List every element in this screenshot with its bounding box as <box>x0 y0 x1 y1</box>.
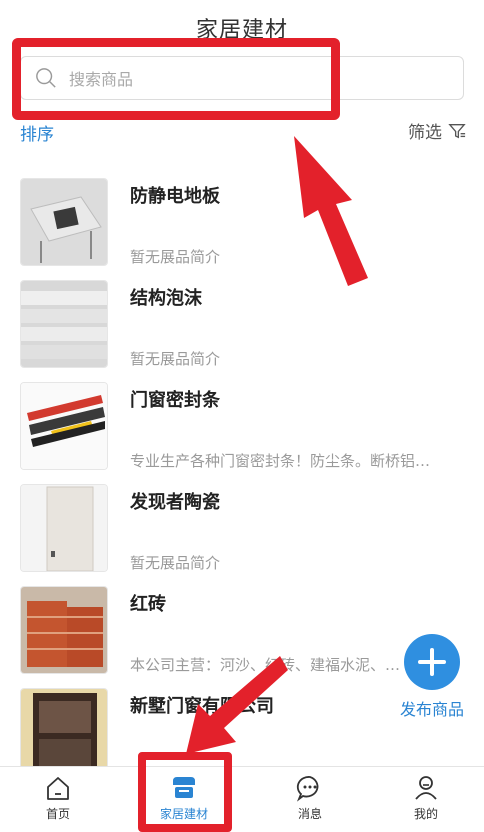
product-image <box>20 688 108 776</box>
product-desc: 专业生产各种门窗密封条！防尘条。断桥铝… <box>130 452 431 470</box>
product-name: 防静电地板 <box>130 186 220 207</box>
product-image <box>20 280 108 368</box>
bottom-tab-bar: 首页 家居建材 消息 我的 <box>0 766 484 832</box>
tab-label: 家居建材 <box>159 807 208 821</box>
annotation-arrow-up <box>294 136 368 286</box>
search-icon <box>36 68 56 88</box>
tab-label: 我的 <box>413 807 438 821</box>
product-image <box>20 382 108 470</box>
store-icon <box>173 777 195 798</box>
filter-button[interactable]: 筛选 <box>408 118 466 143</box>
product-name: 发现者陶瓷 <box>130 492 220 513</box>
product-name: 红砖 <box>130 594 166 615</box>
product-image <box>20 178 108 266</box>
annotation-arrow-down <box>186 656 288 754</box>
product-name: 结构泡沫 <box>130 288 202 309</box>
product-desc: 暂无展品简介 <box>130 554 221 572</box>
tab-messages[interactable]: 消息 <box>262 773 358 822</box>
tab-building-materials[interactable]: 家居建材 <box>136 773 232 822</box>
list-item[interactable]: 防静电地板 暂无展品简介 <box>0 172 484 272</box>
filter-label: 筛选 <box>408 123 442 143</box>
publish-button[interactable] <box>404 634 460 690</box>
search-placeholder: 搜索商品 <box>69 70 134 89</box>
sort-button[interactable]: 排序 <box>20 120 54 145</box>
list-item[interactable]: 发现者陶瓷 暂无展品简介 <box>0 478 484 578</box>
message-icon <box>296 776 319 802</box>
tab-label: 消息 <box>297 807 322 821</box>
tab-label: 首页 <box>45 807 70 821</box>
product-name: 门窗密封条 <box>130 390 220 411</box>
home-icon <box>47 777 69 800</box>
list-item[interactable]: 门窗密封条 专业生产各种门窗密封条！防尘条。断桥铝… <box>0 376 484 476</box>
tab-home[interactable]: 首页 <box>10 773 106 822</box>
user-icon <box>415 776 437 800</box>
list-item[interactable]: 结构泡沫 暂无展品简介 <box>0 274 484 374</box>
publish-label[interactable]: 发布商品 <box>400 696 464 720</box>
tab-profile[interactable]: 我的 <box>378 773 474 822</box>
product-image <box>20 586 108 674</box>
product-desc: 暂无展品简介 <box>130 350 221 368</box>
product-image <box>20 484 108 572</box>
search-input[interactable]: 搜索商品 <box>20 56 464 100</box>
filter-icon <box>448 123 466 138</box>
page-title: 家居建材 <box>195 18 288 43</box>
plus-icon <box>418 648 446 676</box>
